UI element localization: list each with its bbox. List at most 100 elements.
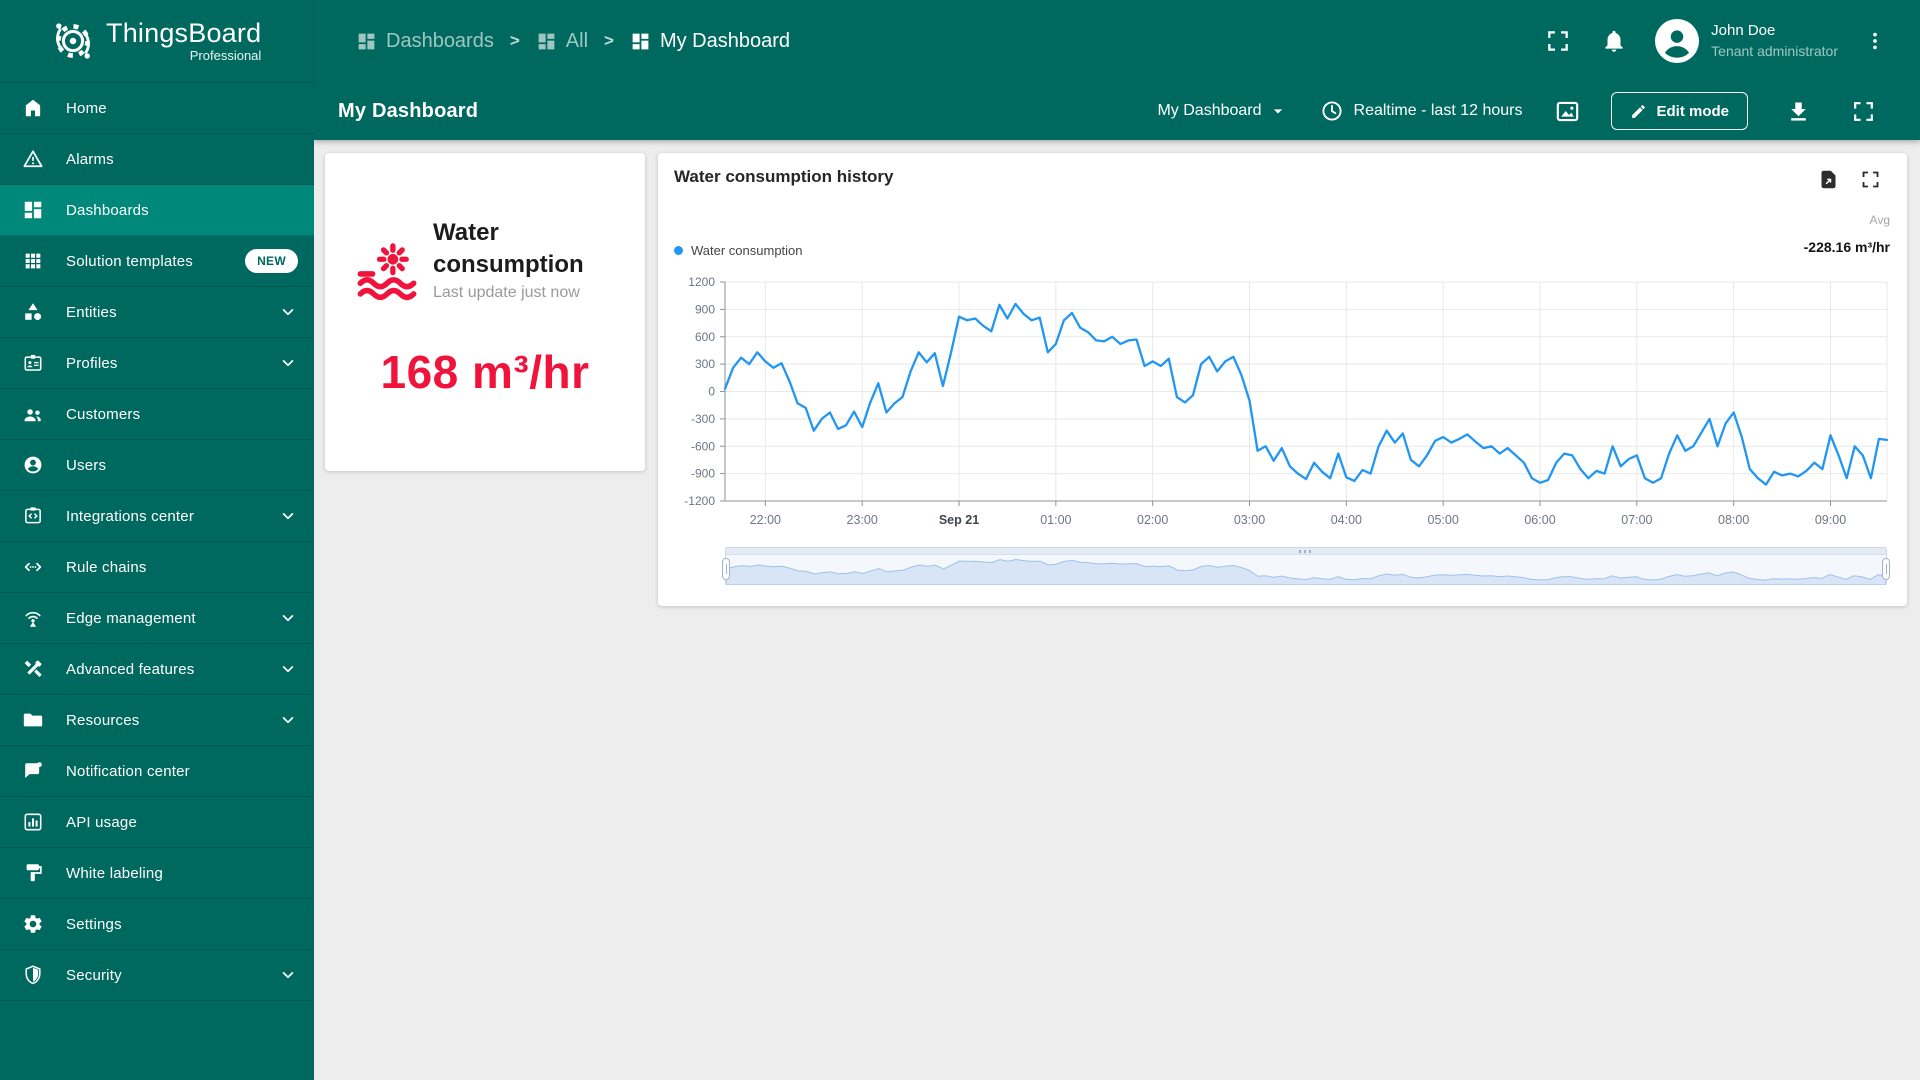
dashboard-content: Water consumption Last update just now 1…	[314, 140, 1920, 1080]
export-file-icon[interactable]	[1818, 169, 1839, 190]
range-minimap-svg	[726, 558, 1886, 585]
logo[interactable]: ThingsBoard Professional	[0, 0, 314, 82]
sidebar-item-profiles[interactable]: Profiles	[0, 338, 314, 389]
sidebar-item-label: Edge management	[66, 609, 196, 627]
minimap-right-handle[interactable]	[1882, 558, 1890, 580]
breadcrumb-item-dashboards[interactable]: Dashboards	[356, 30, 494, 53]
sidebar-item-label: Alarms	[66, 150, 114, 168]
sidebar-item-home[interactable]: Home	[0, 83, 314, 134]
value-card-value: 168 m³/hr	[380, 346, 590, 398]
legend-item[interactable]: Water consumption	[674, 243, 803, 258]
sidebar-item-resources[interactable]: Resources	[0, 695, 314, 746]
breadcrumb-separator: >	[509, 31, 520, 50]
svg-text:22:00: 22:00	[750, 513, 781, 527]
svg-text:0: 0	[708, 385, 715, 399]
integrations-icon	[22, 505, 44, 527]
dashboard-image-icon[interactable]	[1554, 98, 1581, 125]
new-badge: NEW	[245, 249, 298, 273]
sidebar-item-label: Notification center	[66, 762, 190, 780]
minimap-left-handle[interactable]	[722, 558, 730, 580]
page-title: My Dashboard	[338, 99, 479, 122]
sidebar-item-rule-chains[interactable]: Rule chains	[0, 542, 314, 593]
notification-icon	[22, 760, 44, 782]
sidebar-item-security[interactable]: Security	[0, 950, 314, 1001]
thingsboard-logo-icon	[50, 18, 96, 64]
shield-icon	[22, 964, 44, 986]
widget-fullscreen-icon[interactable]	[1860, 169, 1881, 190]
sidebar-item-label: Dashboards	[66, 201, 149, 219]
range-selector-minimap[interactable]	[722, 547, 1890, 585]
minimap-drag-strip[interactable]	[726, 548, 1886, 555]
sidebar-item-integrations-center[interactable]: Integrations center	[0, 491, 314, 542]
water-consumption-card[interactable]: Water consumption Last update just now 1…	[325, 153, 645, 471]
svg-text:-300: -300	[691, 412, 715, 426]
sidebar-item-dashboards[interactable]: Dashboards	[0, 185, 314, 236]
sidebar-item-label: Resources	[66, 711, 140, 729]
kebab-menu-icon[interactable]	[1864, 29, 1886, 53]
user-info[interactable]: John Doe Tenant administrator	[1711, 21, 1838, 61]
breadcrumb: Dashboards > All > My Dashboard	[356, 30, 790, 53]
breadcrumb-separator: >	[604, 31, 614, 50]
value-card-subtitle: Last update just now	[433, 284, 580, 301]
home-icon	[22, 97, 44, 119]
timewindow-button[interactable]: Realtime - last 12 hours	[1320, 99, 1523, 123]
rule-chains-icon	[22, 556, 44, 578]
sidebar-item-label: Integrations center	[66, 507, 195, 525]
sidebar-item-settings[interactable]: Settings	[0, 899, 314, 950]
sidebar-item-white-labeling[interactable]: White labeling	[0, 848, 314, 899]
chevron-down-icon	[278, 506, 298, 526]
svg-text:03:00: 03:00	[1234, 513, 1265, 527]
svg-text:04:00: 04:00	[1331, 513, 1362, 527]
sidebar-item-edge-management[interactable]: Edge management	[0, 593, 314, 644]
gear-icon	[22, 913, 44, 935]
edge-icon	[22, 607, 44, 629]
sidebar-item-label: Advanced features	[66, 660, 195, 678]
sidebar-item-solution-templates[interactable]: Solution templates NEW	[0, 236, 314, 287]
legend-dot	[674, 246, 683, 255]
chevron-down-icon	[278, 608, 298, 628]
dashboard-fullscreen-icon[interactable]	[1851, 99, 1876, 124]
templates-icon	[22, 250, 44, 272]
sidebar-item-label: API usage	[66, 813, 138, 831]
history-chart-svg[interactable]: 1200 900 600 300 0 -300 -600 -900 -1200 22:00 23:0…	[658, 271, 1907, 537]
download-icon[interactable]	[1786, 99, 1811, 124]
breadcrumb-label: All	[565, 29, 589, 52]
advanced-icon	[22, 658, 44, 680]
clock-icon	[1320, 99, 1344, 123]
timewindow-label: Realtime - last 12 hours	[1353, 102, 1523, 119]
avatar[interactable]	[1655, 19, 1700, 63]
sidebar-item-users[interactable]: Users	[0, 440, 314, 491]
white-labeling-icon	[22, 862, 44, 884]
folder-icon	[22, 709, 44, 731]
sidebar-item-label: Settings	[66, 915, 122, 933]
dashboard-state-select[interactable]: My Dashboard	[1157, 101, 1287, 121]
svg-text:900: 900	[695, 302, 715, 316]
svg-text:01:00: 01:00	[1040, 513, 1071, 527]
value-card-title: Water consumption	[433, 219, 584, 278]
pencil-icon	[1630, 103, 1647, 120]
sidebar-item-notification-center[interactable]: Notification center	[0, 746, 314, 797]
edit-mode-label: Edit mode	[1656, 102, 1729, 120]
sidebar-item-entities[interactable]: Entities	[0, 287, 314, 338]
sidebar-item-advanced-features[interactable]: Advanced features	[0, 644, 314, 695]
customers-icon	[22, 403, 44, 425]
sidebar-item-alarms[interactable]: Alarms	[0, 134, 314, 185]
sidebar-item-customers[interactable]: Customers	[0, 389, 314, 440]
breadcrumb-label: Dashboards	[386, 29, 494, 52]
agg-value: -228.16 m³/hr	[1803, 239, 1890, 255]
breadcrumb-item-my-dashboard[interactable]: My Dashboard	[630, 30, 790, 53]
sidebar-item-label: Security	[66, 966, 122, 984]
sidebar-nav: Home Alarms Dashboards Solution templates NE…	[0, 82, 314, 1080]
sidebar-item-api-usage[interactable]: API usage	[0, 797, 314, 848]
profiles-icon	[22, 352, 44, 374]
bell-icon[interactable]	[1601, 28, 1627, 54]
legend-label: Water consumption	[691, 243, 803, 258]
sidebar-item-label: Home	[66, 99, 107, 117]
svg-text:-900: -900	[691, 467, 715, 481]
fullscreen-icon[interactable]	[1545, 28, 1571, 54]
edit-mode-button[interactable]: Edit mode	[1611, 92, 1748, 130]
top-header: ThingsBoard Professional Dashboards > All >…	[0, 0, 1920, 82]
entities-icon	[22, 301, 44, 323]
api-usage-icon	[22, 811, 44, 833]
breadcrumb-item-all[interactable]: All	[536, 30, 588, 53]
